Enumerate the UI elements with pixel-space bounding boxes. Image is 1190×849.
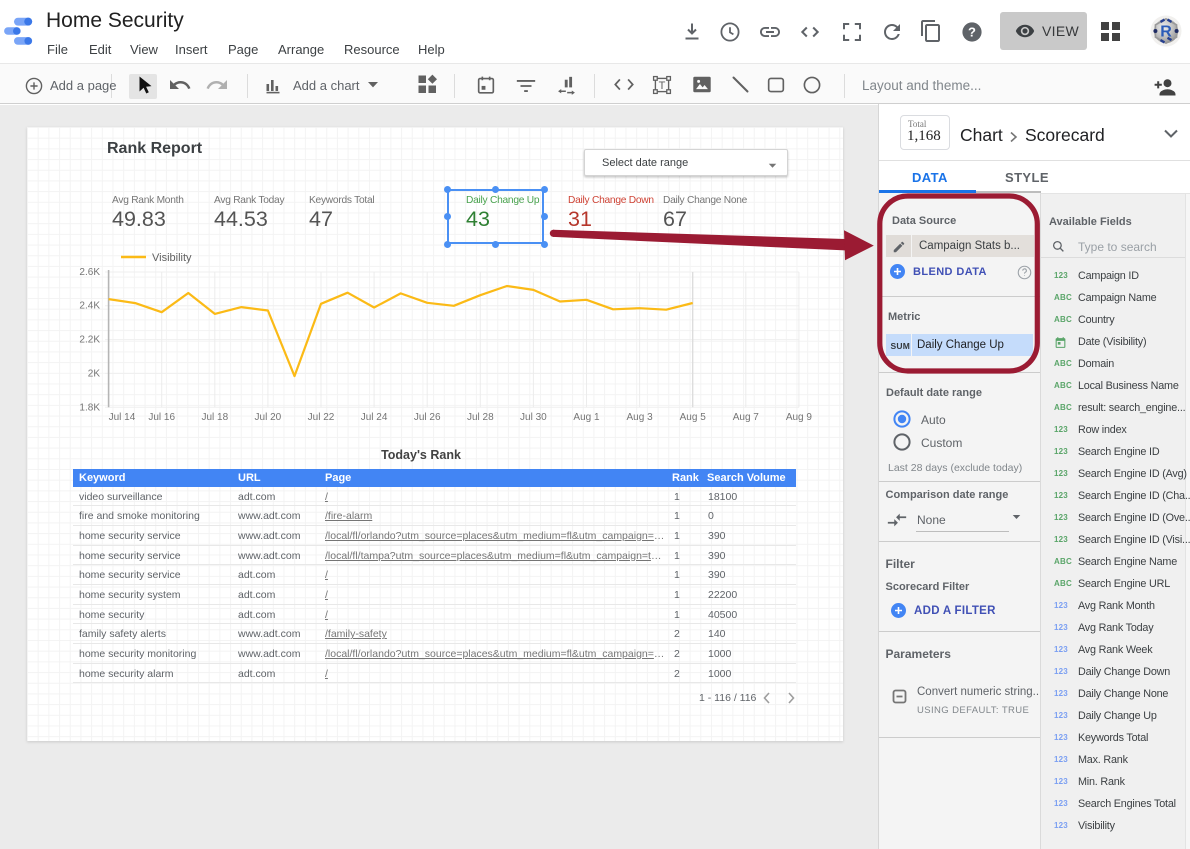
svg-text:Jul 20: Jul 20: [255, 412, 282, 423]
svg-text:Jul 30: Jul 30: [520, 412, 547, 423]
svg-text:2K: 2K: [88, 368, 101, 379]
svg-text:Jul 16: Jul 16: [148, 412, 175, 423]
svg-text:Aug 9: Aug 9: [786, 412, 813, 423]
svg-text:Jul 28: Jul 28: [467, 412, 494, 423]
svg-text:Aug 7: Aug 7: [733, 412, 760, 423]
svg-text:Jul 22: Jul 22: [308, 412, 335, 423]
svg-text:Jul 26: Jul 26: [414, 412, 441, 423]
svg-text:2.4K: 2.4K: [79, 301, 100, 312]
svg-text:T: T: [659, 80, 666, 92]
svg-text:R: R: [1160, 24, 1172, 41]
svg-text:Jul 18: Jul 18: [201, 412, 228, 423]
svg-text:2.6K: 2.6K: [79, 267, 100, 278]
svg-text:Jul 14: Jul 14: [109, 412, 136, 423]
svg-text:2.2K: 2.2K: [79, 335, 100, 346]
svg-text:Aug 1: Aug 1: [573, 412, 600, 423]
svg-text:?: ?: [968, 24, 976, 39]
svg-text:Aug 5: Aug 5: [680, 412, 707, 423]
svg-text:Jul 24: Jul 24: [361, 412, 388, 423]
svg-text:Visibility: Visibility: [152, 252, 192, 264]
svg-text:1.8K: 1.8K: [79, 402, 100, 413]
svg-text:Aug 3: Aug 3: [627, 412, 654, 423]
